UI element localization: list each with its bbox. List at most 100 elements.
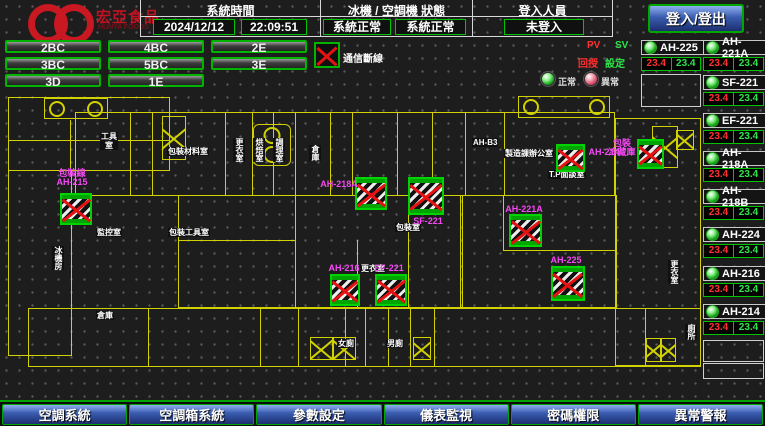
room-label: 監控室 bbox=[96, 228, 122, 237]
nav-button-0[interactable]: 空調系統 bbox=[2, 404, 127, 425]
equipment-values-ah-224: 23.423.4 bbox=[703, 244, 764, 258]
equipment-name: AH-218A bbox=[722, 147, 765, 171]
ahu-unit-label: EF-221 bbox=[372, 264, 406, 273]
room-label: 製造課辦公室 bbox=[504, 149, 554, 158]
equipment-empty-slot bbox=[703, 363, 764, 379]
floor-button-2e[interactable]: 2E bbox=[211, 40, 307, 53]
equipment-values-ah-221a: 23.423.4 bbox=[703, 57, 764, 71]
abnormal-lamp-icon bbox=[584, 72, 598, 86]
sv-value: 23.4 bbox=[734, 131, 763, 143]
room-label: 工具 室 bbox=[100, 132, 118, 150]
ahu-unit-icon[interactable] bbox=[556, 144, 585, 172]
room-label: 女廁 bbox=[337, 339, 355, 348]
stair-x-icon bbox=[661, 338, 676, 362]
equipment-name: SF-221 bbox=[722, 77, 758, 89]
floor-button-3bc[interactable]: 3BC bbox=[5, 57, 101, 70]
equipment-row-ah-216[interactable]: AH-216 bbox=[703, 266, 765, 281]
comm-loss-icon bbox=[314, 42, 340, 68]
equipment-row-ah-225[interactable]: AH-225 bbox=[641, 40, 705, 55]
room-label: 倉庫 bbox=[96, 311, 114, 320]
sv-value: 23.4 bbox=[734, 245, 763, 257]
pv-value: 23.4 bbox=[642, 58, 672, 70]
pv-value: 23.4 bbox=[704, 245, 734, 257]
equipment-row-sf-221[interactable]: SF-221 bbox=[703, 75, 765, 90]
sv-value: 23.4 bbox=[734, 284, 763, 296]
wall-line bbox=[388, 308, 389, 366]
wall-line bbox=[178, 240, 295, 241]
ahu-unit-label: AH-225 bbox=[547, 256, 585, 265]
status-lamp-icon bbox=[706, 152, 719, 165]
ahu-unit-icon[interactable] bbox=[509, 214, 542, 247]
floor-button-2bc[interactable]: 2BC bbox=[5, 40, 101, 53]
equipment-row-ah-224[interactable]: AH-224 bbox=[703, 227, 765, 242]
nav-button-2[interactable]: 參數設定 bbox=[256, 404, 381, 425]
logo-subtitle: HUNYA FOODS bbox=[98, 24, 149, 31]
stair-x-icon bbox=[413, 337, 431, 360]
room-label: 倉庫 bbox=[309, 145, 321, 161]
wall-line bbox=[148, 308, 149, 366]
nav-button-5[interactable]: 異常警報 bbox=[638, 404, 763, 425]
status-lamp-icon bbox=[706, 76, 719, 89]
wall-line bbox=[397, 112, 398, 195]
sv-value: 23.4 bbox=[734, 58, 763, 70]
room-label: 包裝材料室 bbox=[167, 147, 209, 156]
equipment-values-ah-225: 23.423.4 bbox=[641, 57, 701, 71]
equipment-row-ah-214[interactable]: AH-214 bbox=[703, 304, 765, 319]
nav-button-1[interactable]: 空調箱系統 bbox=[129, 404, 254, 425]
ahu-unit-label: 包裝 冷藏庫 bbox=[608, 139, 636, 157]
equipment-row-ah-221a[interactable]: AH-221A bbox=[703, 40, 765, 55]
status-lamp-icon bbox=[706, 41, 719, 54]
date-display: 2024/12/12 bbox=[153, 19, 235, 35]
nav-button-4[interactable]: 密碼權限 bbox=[511, 404, 636, 425]
sv-value: 23.4 bbox=[672, 58, 701, 70]
wall-line bbox=[295, 195, 296, 307]
header: 宏亞食品 HUNYA FOODS 系統時間 冰機 / 空調機 狀態 登入人員 2… bbox=[0, 0, 765, 38]
normal-lamp-icon bbox=[541, 72, 555, 86]
equipment-values-ah-218b: 23.423.4 bbox=[703, 206, 764, 220]
ahu-unit-icon[interactable] bbox=[60, 193, 92, 225]
pv-value: 23.4 bbox=[704, 169, 734, 181]
sv-value: 23.4 bbox=[734, 93, 763, 105]
wall-line bbox=[225, 112, 226, 195]
room-label: 男廁 bbox=[386, 339, 404, 348]
floor-button-3e[interactable]: 3E bbox=[211, 57, 307, 70]
nav-bar: 空調系統空調箱系統參數設定儀表監視密碼權限異常警報 bbox=[0, 400, 765, 426]
nav-button-3[interactable]: 儀表監視 bbox=[384, 404, 509, 425]
stairs-icon bbox=[44, 98, 108, 119]
equipment-row-ah-218b[interactable]: AH-218B bbox=[703, 189, 765, 204]
ahu-unit-icon[interactable] bbox=[375, 274, 407, 306]
ahu-unit-icon[interactable] bbox=[330, 274, 360, 306]
abnormal-label: 異常 bbox=[601, 75, 619, 88]
ahu-unit-icon[interactable] bbox=[355, 177, 387, 210]
login-logout-button[interactable]: 登入/登出 bbox=[648, 4, 744, 33]
equipment-name: AH-214 bbox=[722, 306, 760, 318]
wall-line bbox=[503, 250, 617, 251]
wall-line bbox=[434, 308, 435, 366]
ahu-unit-icon[interactable] bbox=[551, 266, 585, 301]
login-label: 登入人員 bbox=[473, 2, 612, 19]
sv-value: 23.4 bbox=[734, 169, 763, 181]
floor-button-5bc[interactable]: 5BC bbox=[108, 57, 204, 70]
ahu-unit-label: SF-221 bbox=[408, 217, 448, 226]
ahu-unit-icon[interactable] bbox=[637, 139, 664, 169]
status-lamp-icon bbox=[706, 190, 719, 203]
equipment-name: AH-225 bbox=[660, 42, 698, 54]
equipment-values-ah-216: 23.423.4 bbox=[703, 283, 764, 297]
equipment-row-ah-218a[interactable]: AH-218A bbox=[703, 151, 765, 166]
room-label: 包裝工具室 bbox=[168, 228, 210, 237]
floor-button-4bc[interactable]: 4BC bbox=[108, 40, 204, 53]
floor-button-1e[interactable]: 1E bbox=[108, 74, 204, 87]
wall-line bbox=[465, 112, 466, 195]
room-label: AH-B3 bbox=[472, 138, 498, 147]
equipment-values-ah-214: 23.423.4 bbox=[703, 321, 764, 335]
equipment-name: AH-224 bbox=[722, 229, 760, 241]
system-time-label: 系統時間 bbox=[141, 2, 320, 19]
normal-label: 正常 bbox=[558, 75, 576, 88]
ahu-status: 系統正常 bbox=[395, 19, 466, 35]
stair-x-icon bbox=[646, 338, 661, 362]
floor-button-3d[interactable]: 3D bbox=[5, 74, 101, 87]
wall-line bbox=[130, 112, 131, 195]
room-label: 更衣室 bbox=[233, 138, 245, 162]
equipment-row-ef-221[interactable]: EF-221 bbox=[703, 113, 765, 128]
ahu-unit-icon[interactable] bbox=[408, 177, 444, 215]
